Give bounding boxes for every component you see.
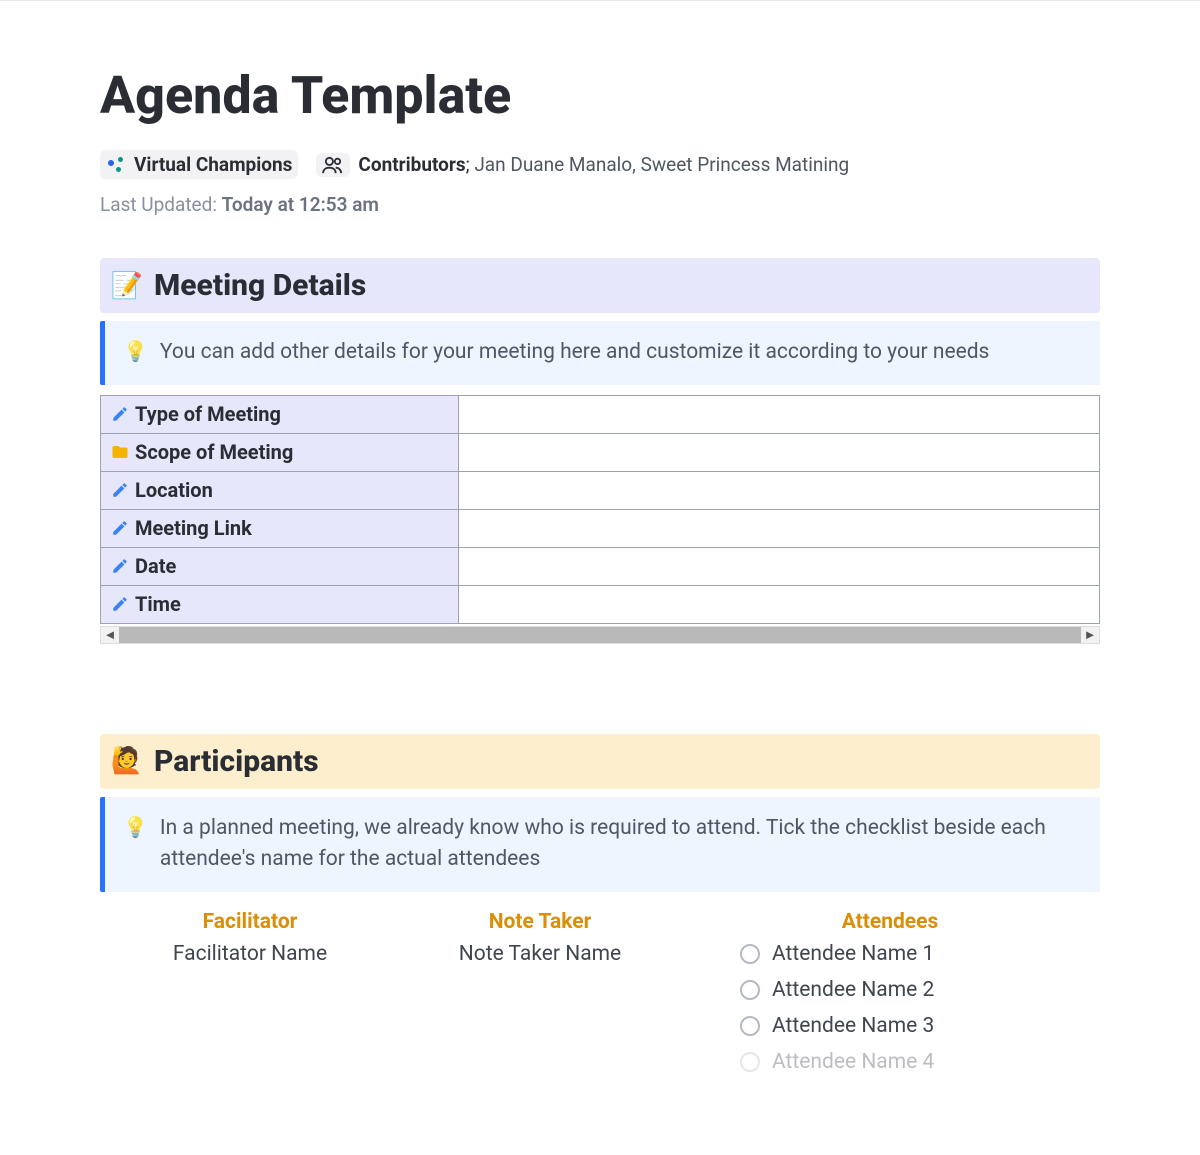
participants-columns: Facilitator Facilitator Name Note Taker …	[100, 910, 1100, 1086]
participants-heading: Participants	[154, 744, 319, 779]
meeting-details-table: Type of Meeting Scope of Meeting Location M…	[100, 395, 1100, 624]
raising-hand-icon: 🙋	[112, 746, 142, 776]
attendee-row: Attendee Name 3	[740, 1014, 1100, 1038]
folder-icon	[111, 442, 129, 460]
table-row: Meeting Link	[101, 509, 1100, 547]
meeting-details-table-wrap: Type of Meeting Scope of Meeting Location M…	[100, 395, 1100, 644]
note-taker-column: Note Taker Note Taker Name	[400, 910, 680, 1086]
meeting-details-callout-text: You can add other details for your meeti…	[160, 337, 990, 369]
detail-label-cell[interactable]: Type of Meeting	[101, 395, 459, 433]
team-chip[interactable]: Virtual Champions	[100, 150, 298, 179]
table-row: Type of Meeting	[101, 395, 1100, 433]
detail-label: Location	[135, 478, 213, 502]
facilitator-label: Facilitator	[100, 910, 400, 934]
attendee-row: Attendee Name 4	[740, 1050, 1100, 1074]
scroll-track[interactable]	[119, 627, 1081, 643]
contributors-icon-wrap	[316, 153, 350, 177]
scroll-thumb[interactable]	[119, 627, 1081, 643]
meeting-details-callout: 💡 You can add other details for your mee…	[100, 321, 1100, 385]
attendees-label: Attendees	[680, 910, 1100, 934]
scroll-right-arrow-icon[interactable]: ►	[1081, 627, 1099, 643]
detail-label: Date	[135, 554, 176, 578]
detail-label-cell[interactable]: Location	[101, 471, 459, 509]
detail-label: Type of Meeting	[135, 402, 281, 426]
pencil-icon	[111, 594, 129, 612]
pencil-icon	[111, 480, 129, 498]
contributors-label: Contributors	[358, 153, 465, 176]
detail-label: Meeting Link	[135, 516, 252, 540]
detail-label-cell[interactable]: Scope of Meeting	[101, 433, 459, 471]
last-updated: Last Updated: Today at 12:53 am	[100, 193, 1100, 216]
detail-value-cell[interactable]	[459, 395, 1100, 433]
table-row: Time	[101, 585, 1100, 623]
participants-header: 🙋 Participants	[100, 734, 1100, 789]
attendee-row: Attendee Name 1	[740, 942, 1100, 966]
team-icon	[106, 154, 128, 176]
team-name: Virtual Champions	[134, 153, 292, 176]
table-row: Location	[101, 471, 1100, 509]
meta-row: Virtual Champions Contributors; Jan Duan…	[100, 150, 1100, 179]
detail-label-cell[interactable]: Time	[101, 585, 459, 623]
participants-callout-text: In a planned meeting, we already know wh…	[160, 813, 1080, 876]
attendee-name[interactable]: Attendee Name 1	[772, 942, 934, 966]
facilitator-value[interactable]: Facilitator Name	[100, 942, 400, 966]
memo-icon: 📝	[112, 271, 142, 301]
detail-value-cell[interactable]	[459, 471, 1100, 509]
detail-label: Scope of Meeting	[135, 440, 293, 464]
note-taker-label: Note Taker	[400, 910, 680, 934]
attendees-column: Attendees Attendee Name 1 Attendee Name 2…	[680, 910, 1100, 1086]
detail-value-cell[interactable]	[459, 547, 1100, 585]
last-updated-value: Today at 12:53 am	[222, 193, 379, 216]
pencil-icon	[111, 518, 129, 536]
last-updated-label: Last Updated:	[100, 193, 217, 216]
attendee-checkbox[interactable]	[740, 1052, 760, 1072]
lightbulb-icon: 💡	[123, 337, 148, 365]
page-title: Agenda Template	[100, 41, 1100, 126]
contributors-names: Jan Duane Manalo, Sweet Princess Matinin…	[474, 153, 849, 176]
note-taker-value[interactable]: Note Taker Name	[400, 942, 680, 966]
attendee-name[interactable]: Attendee Name 3	[772, 1014, 934, 1038]
detail-value-cell[interactable]	[459, 433, 1100, 471]
contributors-chip[interactable]: Contributors; Jan Duane Manalo, Sweet Pr…	[316, 153, 849, 177]
page: Agenda Template Virtual Champions Contri…	[0, 1, 1200, 1126]
scroll-left-arrow-icon[interactable]: ◄	[101, 627, 119, 643]
attendee-row: Attendee Name 2	[740, 978, 1100, 1002]
attendee-checkbox[interactable]	[740, 944, 760, 964]
pencil-icon	[111, 404, 129, 422]
table-row: Scope of Meeting	[101, 433, 1100, 471]
table-row: Date	[101, 547, 1100, 585]
attendee-name[interactable]: Attendee Name 2	[772, 978, 934, 1002]
meeting-details-header: 📝 Meeting Details	[100, 258, 1100, 313]
pencil-icon	[111, 556, 129, 574]
detail-label: Time	[135, 592, 181, 616]
detail-label-cell[interactable]: Meeting Link	[101, 509, 459, 547]
participants-callout: 💡 In a planned meeting, we already know …	[100, 797, 1100, 892]
attendee-checkbox[interactable]	[740, 1016, 760, 1036]
people-icon	[322, 156, 344, 174]
meeting-details-heading: Meeting Details	[154, 268, 366, 303]
detail-label-cell[interactable]: Date	[101, 547, 459, 585]
participants-section: 🙋 Participants 💡 In a planned meeting, w…	[100, 734, 1100, 1086]
lightbulb-icon: 💡	[123, 813, 148, 841]
detail-value-cell[interactable]	[459, 509, 1100, 547]
horizontal-scrollbar[interactable]: ◄ ►	[100, 626, 1100, 644]
facilitator-column: Facilitator Facilitator Name	[100, 910, 400, 1086]
attendee-name[interactable]: Attendee Name 4	[772, 1050, 934, 1074]
detail-value-cell[interactable]	[459, 585, 1100, 623]
attendee-checkbox[interactable]	[740, 980, 760, 1000]
